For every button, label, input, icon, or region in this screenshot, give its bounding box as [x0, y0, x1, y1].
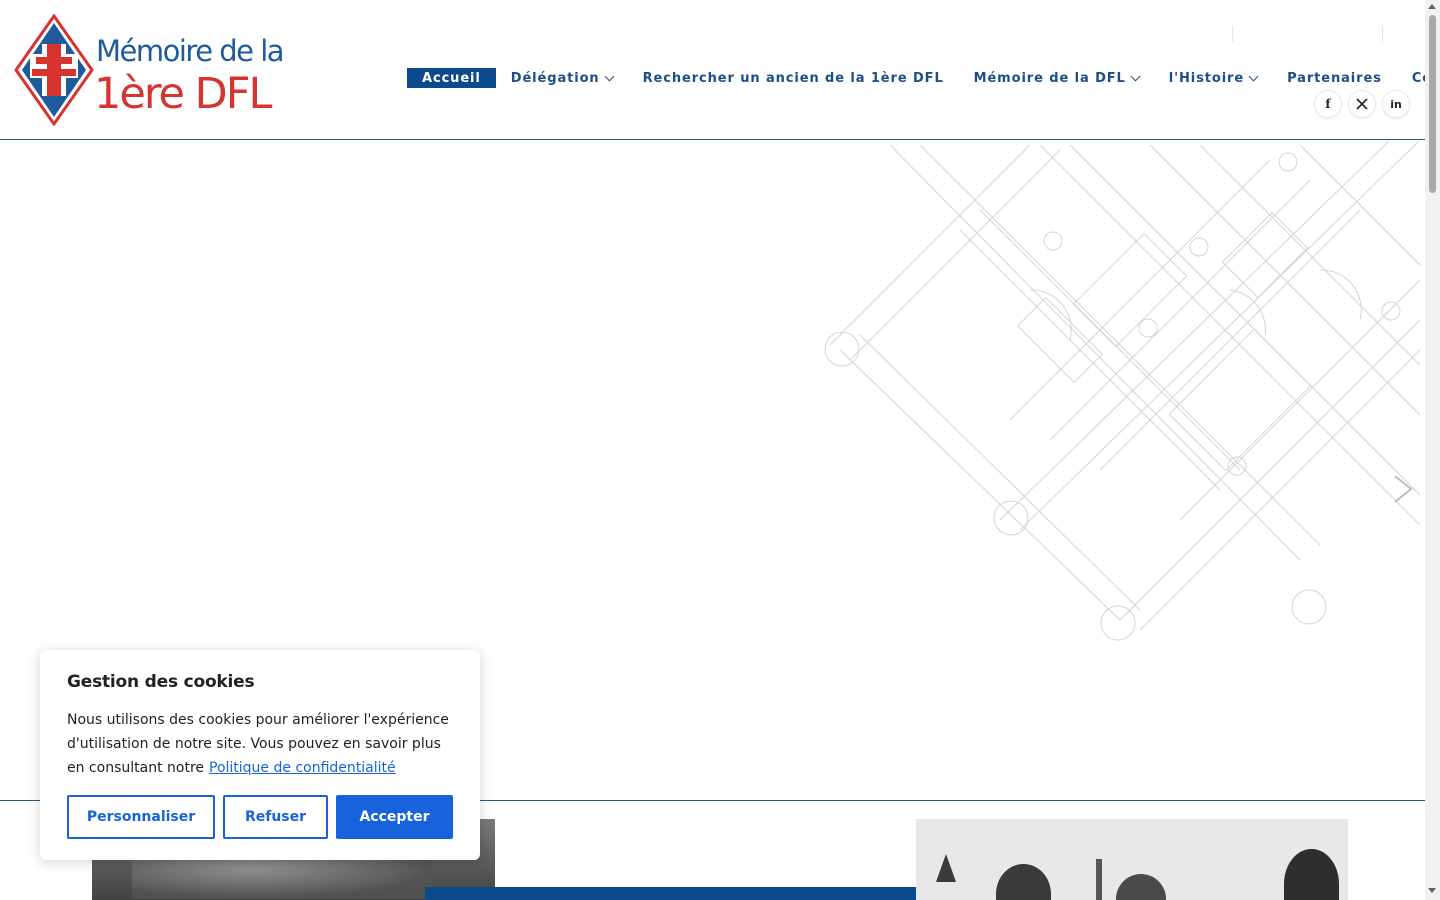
- site-header: Mémoire de la 1ère DFL Accueil Délégatio…: [0, 0, 1440, 140]
- nav-item-delegation[interactable]: Délégation: [510, 67, 615, 89]
- social-links: f in: [1308, 90, 1410, 118]
- cookie-buttons: Personnaliser Refuser Accepter: [67, 795, 453, 839]
- nav-item-partenaires[interactable]: Partenaires: [1287, 67, 1382, 89]
- nav-item-histoire[interactable]: l'Histoire: [1168, 67, 1259, 89]
- cookie-description: Nous utilisons des cookies pour améliore…: [67, 708, 453, 780]
- scroll-down-arrow-icon[interactable]: [1428, 888, 1436, 893]
- nav-item-rechercher[interactable]: Rechercher un ancien de la 1ère DFL: [643, 67, 944, 89]
- photo-figure: [1284, 849, 1339, 900]
- logo-title-line1: Mémoire de la: [96, 34, 285, 68]
- nav-item-label: Accueil: [422, 70, 481, 86]
- logo-title-line2: 1ère DFL: [94, 69, 272, 119]
- customize-button[interactable]: Personnaliser: [67, 795, 215, 839]
- nav-item-label: Mémoire de la DFL: [973, 70, 1126, 86]
- privacy-policy-link[interactable]: Politique de confidentialité: [209, 760, 396, 776]
- x-twitter-icon[interactable]: [1348, 90, 1376, 118]
- historic-photo-right: [916, 819, 1348, 900]
- topbar-divider: [1232, 26, 1233, 42]
- photo-flag: [936, 854, 956, 882]
- nav-item-memoire[interactable]: Mémoire de la DFL: [973, 67, 1141, 89]
- chevron-down-icon: [1248, 71, 1259, 81]
- nav-item-label: Partenaires: [1287, 70, 1382, 86]
- nav-item-label: Rechercher un ancien de la 1ère DFL: [642, 70, 944, 86]
- photo-figure: [1116, 874, 1166, 900]
- page: Mémoire de la 1ère DFL Accueil Délégatio…: [0, 0, 1440, 900]
- main-navigation: Accueil Délégation Rechercher un ancien …: [407, 67, 1440, 89]
- photo-figure: [996, 864, 1051, 900]
- linkedin-glyph: in: [1390, 97, 1402, 111]
- facebook-icon[interactable]: f: [1314, 90, 1342, 118]
- chevron-down-icon: [604, 71, 615, 81]
- chevron-down-icon: [1130, 71, 1141, 81]
- scrollbar-thumb[interactable]: [1429, 15, 1436, 193]
- cookie-title: Gestion des cookies: [67, 672, 255, 692]
- facebook-glyph: f: [1325, 97, 1331, 111]
- cookie-consent-banner: Gestion des cookies Nous utilisons des c…: [40, 650, 480, 860]
- accept-button[interactable]: Accepter: [336, 795, 453, 839]
- section-title-banner: [425, 887, 1001, 900]
- topbar-divider: [1382, 26, 1383, 42]
- scroll-up-arrow-icon[interactable]: [1428, 4, 1436, 9]
- nav-item-label: l'Histoire: [1168, 70, 1245, 86]
- nav-item-accueil[interactable]: Accueil: [407, 68, 496, 88]
- slider-next-arrow-icon[interactable]: [1393, 474, 1415, 504]
- linkedin-icon[interactable]: in: [1382, 90, 1410, 118]
- cross-of-lorraine-logo-icon: [14, 14, 94, 126]
- site-logo[interactable]: Mémoire de la 1ère DFL: [14, 14, 285, 126]
- x-logo-icon: [1356, 98, 1368, 110]
- reject-button[interactable]: Refuser: [223, 795, 328, 839]
- nav-item-label: Délégation: [510, 70, 600, 86]
- page-scrollbar[interactable]: [1425, 0, 1440, 900]
- photo-flag: [1096, 859, 1102, 900]
